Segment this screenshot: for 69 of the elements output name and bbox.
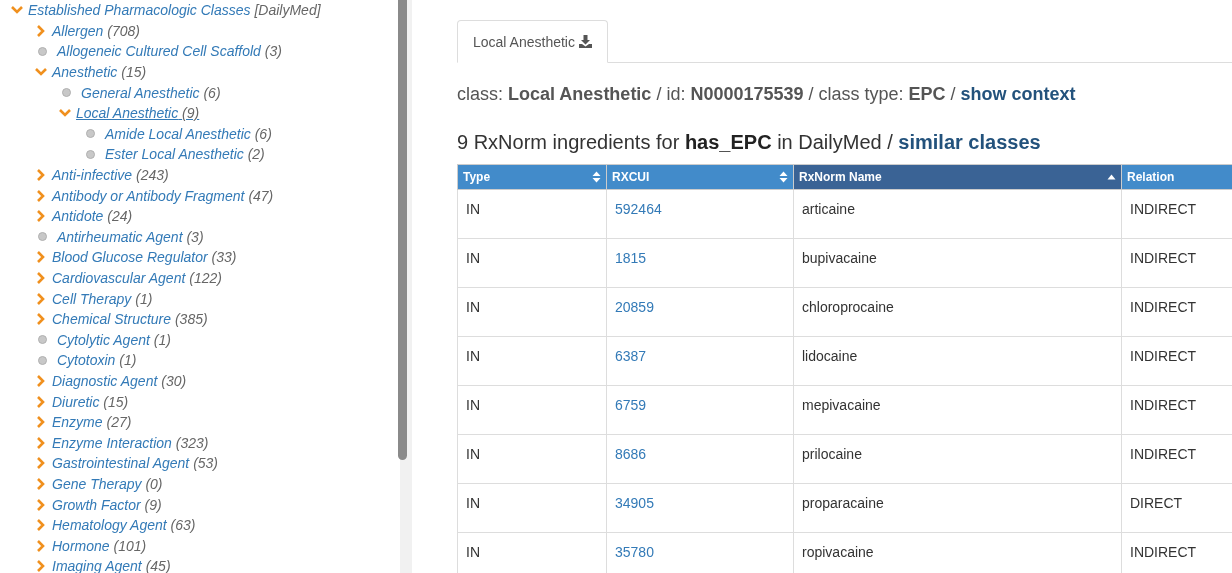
tree-item[interactable]: Hormone (101) <box>52 537 147 554</box>
bullet-icon <box>38 232 47 242</box>
tree-item[interactable]: Established Pharmacologic Classes [DailyMed] <box>28 2 321 19</box>
sort-icon <box>779 171 788 183</box>
column-header[interactable]: Type <box>457 164 607 190</box>
download-icon <box>578 35 592 48</box>
tree-item[interactable]: Antirheumatic Agent (3) <box>57 228 204 245</box>
sort-icon <box>592 171 601 183</box>
rxcui-link[interactable]: 592464 <box>606 189 794 239</box>
tree-item[interactable]: Diuretic (15) <box>52 393 129 410</box>
table-cell: mepivacaine <box>793 385 1122 435</box>
table-cell: articaine <box>793 189 1122 239</box>
rxcui-link[interactable]: 1815 <box>606 238 794 288</box>
tree-item[interactable]: Cytolytic Agent (1) <box>57 331 171 348</box>
tree-item[interactable]: Allergen (708) <box>52 22 140 39</box>
rxcui-link[interactable]: 20859 <box>606 287 794 337</box>
tree-item[interactable]: Diagnostic Agent (30) <box>52 373 187 389</box>
table-cell: IN <box>457 483 607 533</box>
tree-item[interactable]: Ester Local Anesthetic (2) <box>105 146 265 163</box>
tree-item[interactable]: Enzyme (27) <box>52 414 132 431</box>
tree-item[interactable]: Cell Therapy (1) <box>52 290 153 307</box>
results-heading: 9 RxNorm ingredients for has_EPC in DailyMed / similar classes <box>457 131 1042 154</box>
table-cell: IN <box>457 434 607 484</box>
column-header[interactable]: RxNorm Name <box>793 164 1122 190</box>
bullet-icon <box>38 47 47 56</box>
rxcui-link[interactable]: 34905 <box>606 483 794 533</box>
table-cell: IN <box>457 287 607 337</box>
bullet-icon <box>86 129 95 139</box>
bullet-icon <box>62 88 71 98</box>
tree-item[interactable]: General Anesthetic (6) <box>81 84 221 101</box>
table-cell: proparacaine <box>793 483 1122 533</box>
tree-item[interactable]: Blood Glucose Regulator (33) <box>52 249 237 266</box>
tree-item[interactable]: Hematology Agent (63) <box>52 517 196 534</box>
table-cell: IN <box>457 532 607 573</box>
tab[interactable]: Local Anesthetic <box>457 20 608 63</box>
table-cell: lidocaine <box>793 336 1122 386</box>
table-cell: bupivacaine <box>793 238 1122 288</box>
column-header[interactable]: Relation <box>1121 164 1232 190</box>
tree-item[interactable]: Growth Factor (9) <box>52 496 162 513</box>
tree-item[interactable]: Enzyme Interaction (323) <box>52 434 209 451</box>
table-cell: IN <box>457 336 607 386</box>
table-cell: IN <box>457 189 607 239</box>
table-cell: chloroprocaine <box>793 287 1122 337</box>
tree-item[interactable]: Anti-infective (243) <box>52 167 169 184</box>
sort-ascending-icon <box>1107 174 1116 180</box>
tree-item[interactable]: Cardiovascular Agent (122) <box>52 270 222 286</box>
column-header[interactable]: RXCUI <box>606 164 794 190</box>
tree-item[interactable]: Gene Therapy (0) <box>52 475 163 492</box>
tree-item[interactable]: Local Anesthetic (9) <box>76 105 200 122</box>
tree-item[interactable]: Chemical Structure (385) <box>52 311 208 328</box>
tree-item[interactable]: Cytotoxin (1) <box>57 352 137 369</box>
rxcui-link[interactable]: 6387 <box>606 336 794 386</box>
tree-item[interactable]: Gastrointestinal Agent (53) <box>52 455 219 472</box>
bullet-icon <box>38 355 47 365</box>
rxcui-link[interactable]: 6759 <box>606 385 794 435</box>
similar-classes-link[interactable]: similar classes <box>898 131 1041 153</box>
rxcui-link[interactable]: 8686 <box>606 434 794 484</box>
class-info: class: Local Anesthetic / id: N0000175539 / class type: EPC / show context <box>457 84 1077 105</box>
bullet-icon <box>86 149 95 159</box>
bullet-icon <box>38 335 47 345</box>
tree-item[interactable]: Antibody or Antibody Fragment (47) <box>52 187 274 204</box>
show-context-link[interactable]: show context <box>960 84 1076 104</box>
tree-item[interactable]: Allogeneic Cultured Cell Scaffold (3) <box>57 43 282 60</box>
tree-item[interactable]: Amide Local Anesthetic (6) <box>105 125 272 142</box>
table-cell: IN <box>457 238 607 288</box>
table-cell: IN <box>457 385 607 435</box>
tree-item[interactable]: Antidote (24) <box>52 208 133 225</box>
tree-item[interactable]: Anesthetic (15) <box>52 64 147 81</box>
table-cell: prilocaine <box>793 434 1122 484</box>
